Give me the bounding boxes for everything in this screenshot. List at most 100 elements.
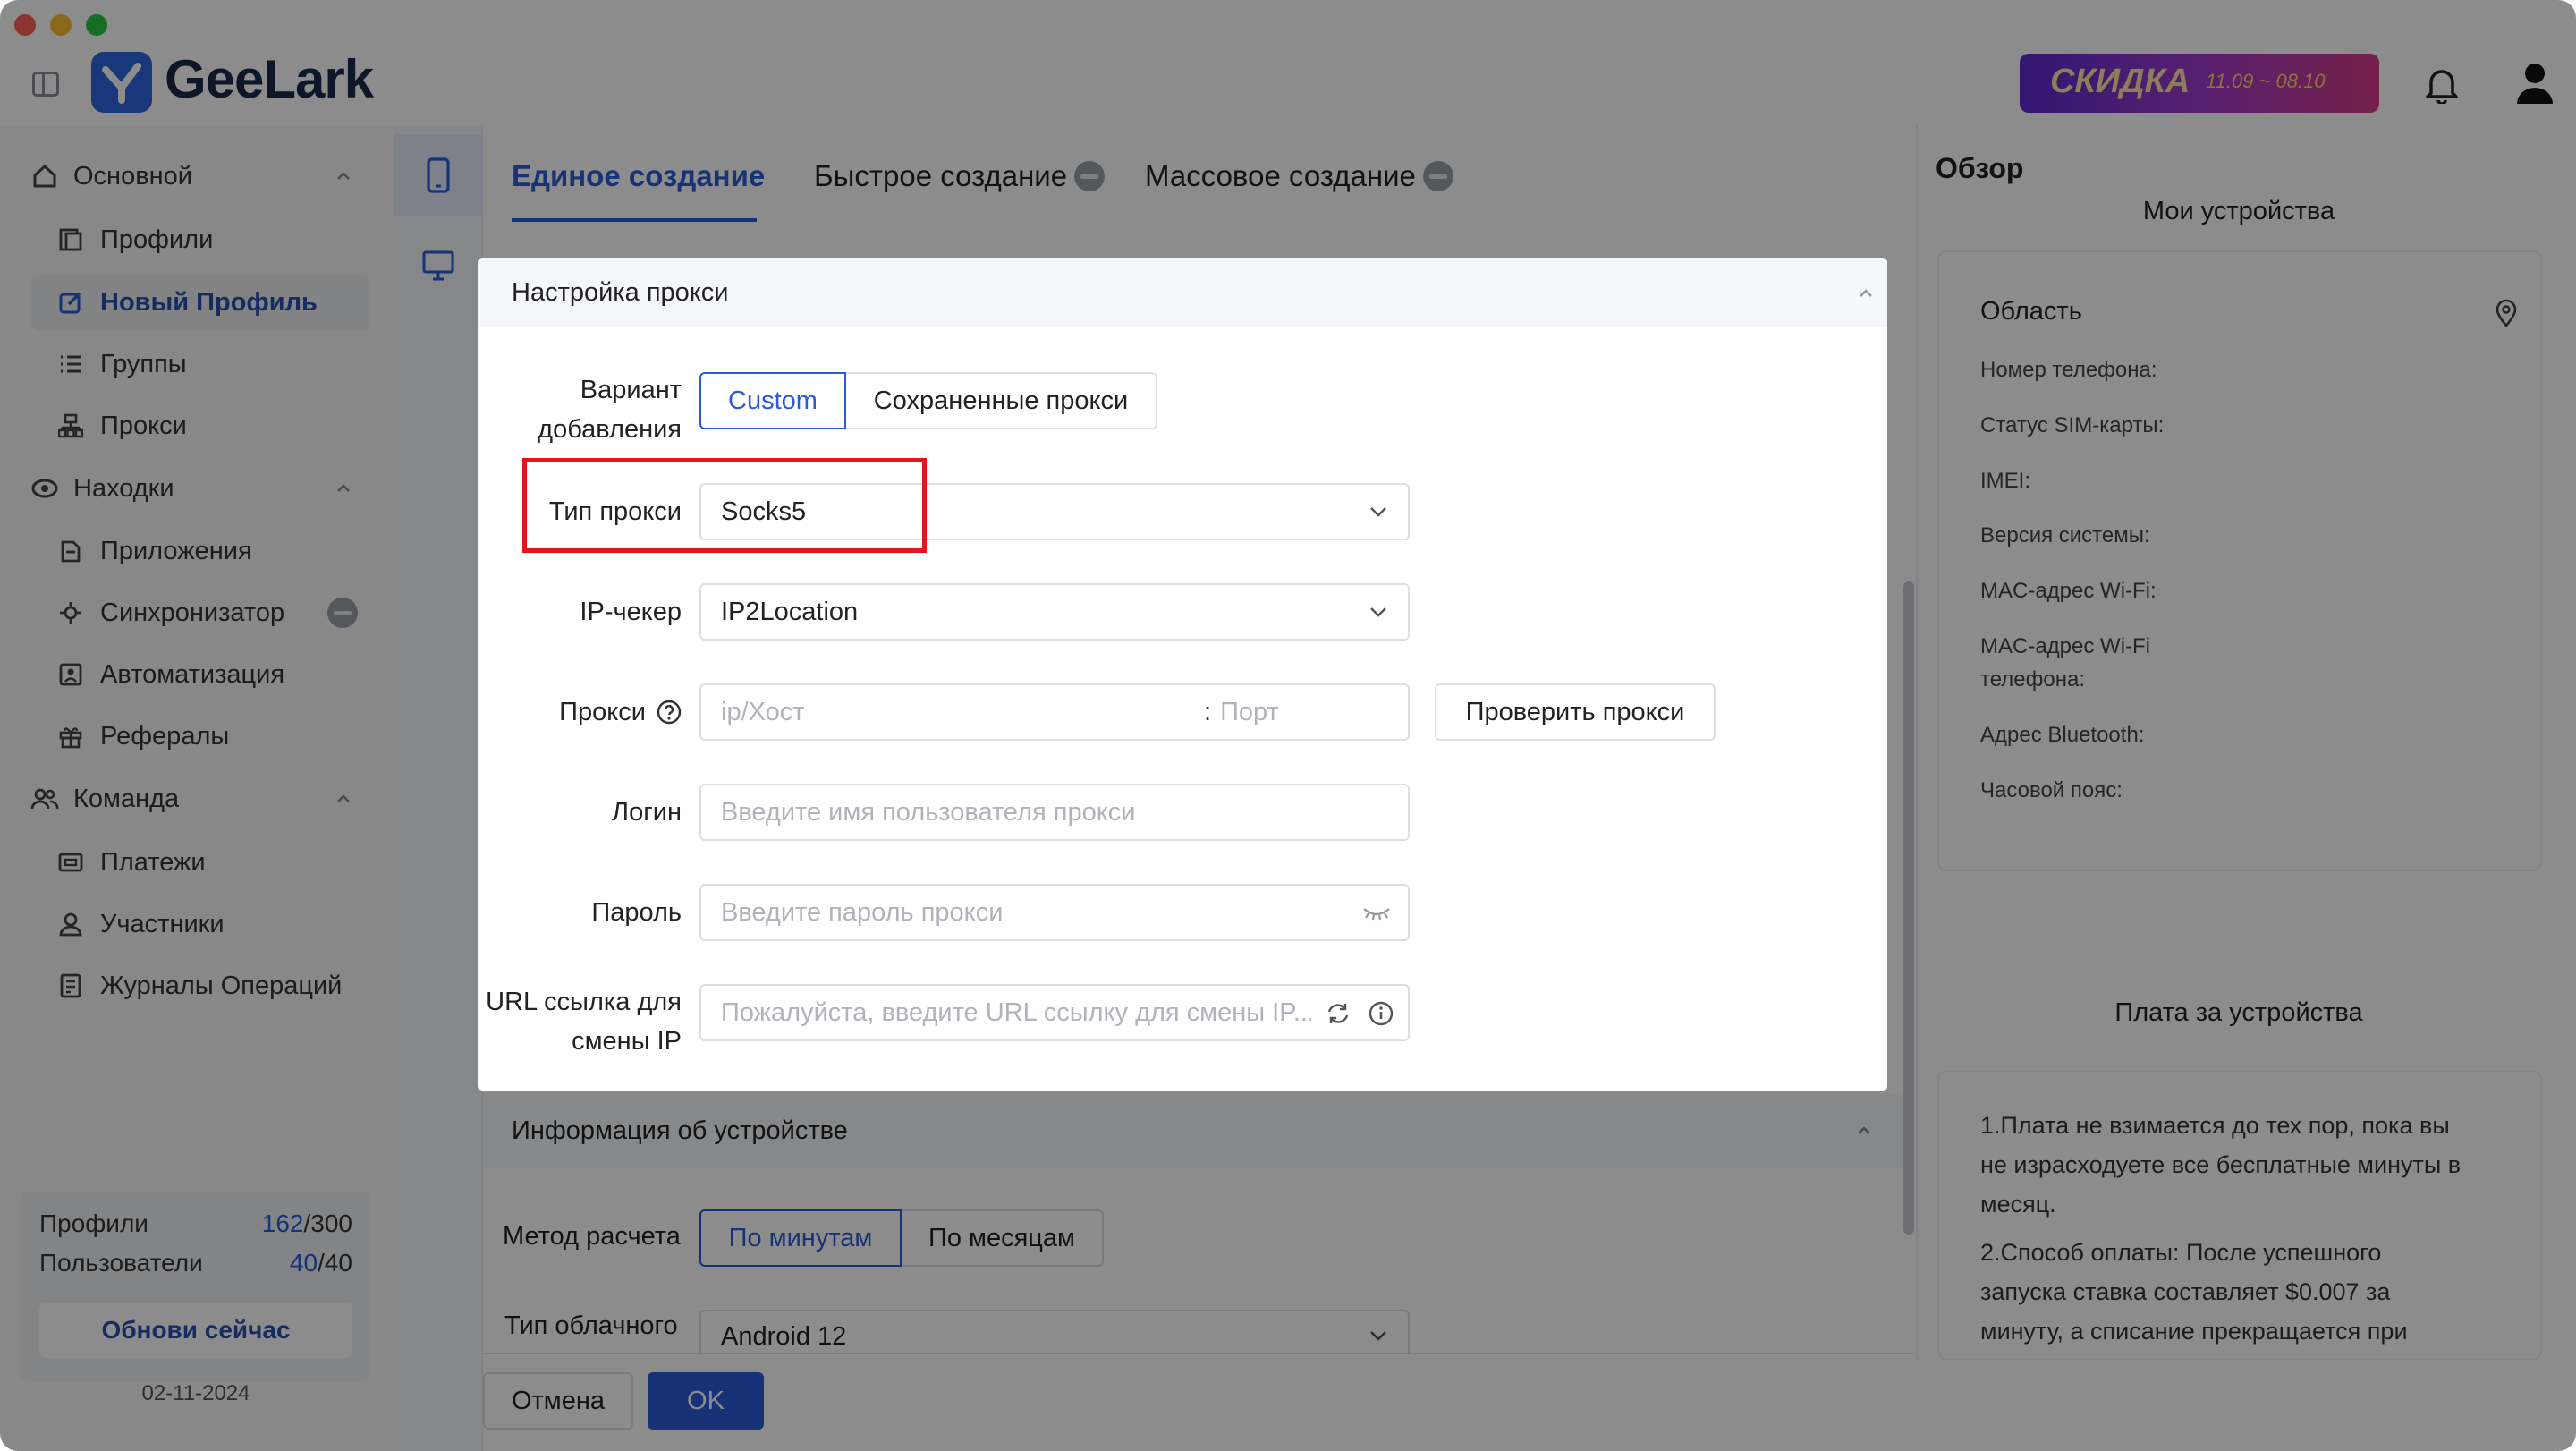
device-fee-title: Плата за устройства xyxy=(2114,998,2363,1027)
ip-change-url-input[interactable]: Пожалуйста, введите URL ссылку для смены… xyxy=(699,984,1410,1041)
refresh-icon[interactable] xyxy=(1326,1001,1351,1026)
beta-badge-icon xyxy=(327,598,358,628)
sidebar-item-automation[interactable]: Автоматизация xyxy=(0,648,394,701)
nav-section-discoveries[interactable]: Находки xyxy=(0,462,394,515)
check-proxy-button[interactable]: Проверить прокси xyxy=(1435,683,1716,741)
add-variant-label-line1: Вариант xyxy=(580,376,682,404)
maximize-window-button[interactable] xyxy=(86,14,107,36)
sidebar-item-referrals[interactable]: Рефералы xyxy=(0,709,394,763)
sidebar-item-profiles[interactable]: Профили xyxy=(0,213,394,267)
proxy-address-field[interactable]: ip/Хост : Порт xyxy=(699,683,1410,741)
billing-method-label: Метод расчета xyxy=(503,1222,681,1251)
location-pin-icon[interactable] xyxy=(2494,299,2519,327)
info-icon[interactable] xyxy=(1368,1001,1394,1026)
bluetooth-address-label: Адрес Bluetooth: xyxy=(1980,723,2145,747)
bell-icon[interactable] xyxy=(2424,64,2460,106)
device-fee-card: 1.Плата не взимается до тех пор, пока вы… xyxy=(1937,1070,2542,1360)
sidebar-item-label: Платежи xyxy=(100,847,206,877)
sidebar-item-label: Новый Профиль xyxy=(100,287,318,317)
phone-device-icon[interactable] xyxy=(394,134,483,216)
custom-option-button[interactable]: Custom xyxy=(699,372,846,429)
phone-wifi-mac-label-line1: MAC-адрес Wi-Fi xyxy=(1980,634,2151,658)
cancel-button[interactable]: Отмена xyxy=(483,1372,633,1430)
device-info-title: Информация об устройстве xyxy=(512,1116,848,1145)
minimize-window-button[interactable] xyxy=(50,14,72,36)
phone-number-label: Номер телефона: xyxy=(1980,358,2157,382)
sidebar-item-groups[interactable]: Группы xyxy=(0,337,394,391)
password-placeholder: Введите пароль прокси xyxy=(721,897,1004,927)
fee-text-line: не израсходуете все бесплатные минуты в xyxy=(1980,1151,2462,1178)
ip-change-url-label-line1: URL ссылка для xyxy=(486,988,682,1016)
ip-checker-value: IP2Location xyxy=(721,597,859,626)
sidebar-item-label: Профили xyxy=(100,225,214,254)
proxy-icon xyxy=(57,412,84,439)
port-input[interactable]: Порт xyxy=(1220,698,1279,727)
ip-change-url-label-line2: смены IP xyxy=(572,1027,682,1056)
ip-checker-select[interactable]: IP2Location xyxy=(699,583,1410,641)
login-input[interactable]: Введите имя пользователя прокси xyxy=(699,784,1410,841)
sidebar-item-proxy[interactable]: Прокси xyxy=(0,399,394,453)
user-avatar-icon[interactable] xyxy=(2513,61,2556,106)
proxy-dialog-title: Настройка прокси xyxy=(512,277,729,307)
host-input[interactable]: ip/Хост xyxy=(721,698,1204,727)
saved-proxies-option-button[interactable]: Сохраненные прокси xyxy=(846,372,1157,429)
profiles-icon xyxy=(57,226,84,253)
ip-change-url-placeholder: Пожалуйста, введите URL ссылку для смены… xyxy=(721,997,1311,1027)
chevron-down-icon xyxy=(1370,1331,1386,1341)
overview-panel: Обзор Мои устройства Область Номер телеф… xyxy=(1919,125,2576,1360)
sidebar-item-operation-logs[interactable]: Журналы Операций xyxy=(0,959,394,1013)
tab-bulk-create[interactable]: Массовое создание xyxy=(1145,159,1453,193)
tab-label: Быстрое создание xyxy=(814,159,1068,192)
proxy-dialog-header[interactable]: Настройка прокси xyxy=(478,258,1887,327)
home-icon xyxy=(30,162,59,191)
phone-wifi-mac-label-line2: телефона: xyxy=(1980,667,2085,692)
nav-section-team[interactable]: Команда xyxy=(0,772,394,826)
desktop-device-icon[interactable] xyxy=(422,250,454,281)
billing-per-month-button[interactable]: По месяцам xyxy=(902,1209,1104,1267)
password-input[interactable]: Введите пароль прокси xyxy=(699,884,1410,941)
password-label: Пароль xyxy=(591,898,682,927)
timezone-label: Часовой пояс: xyxy=(1980,778,2123,802)
sidebar-item-synchronizer[interactable]: Синхронизатор xyxy=(0,586,394,640)
sidebar-item-apps[interactable]: Приложения xyxy=(0,524,394,578)
edit-icon xyxy=(57,289,84,316)
sidebar-item-label: Синхронизатор xyxy=(100,598,285,627)
sidebar-item-label: Журналы Операций xyxy=(100,971,343,1000)
sidebar-item-members[interactable]: Участники xyxy=(0,897,394,951)
promo-banner[interactable]: СКИДКА 11.09 ~ 08.10 xyxy=(2020,54,2379,113)
users-stat-label: Пользователи xyxy=(39,1249,203,1277)
fee-text-line: минуту, а списание прекращается при xyxy=(1980,1318,2408,1345)
tab-quick-create[interactable]: Быстрое создание xyxy=(814,159,1106,193)
scrollbar-track[interactable] xyxy=(1903,581,1914,1235)
member-icon xyxy=(57,911,84,938)
eye-closed-icon[interactable] xyxy=(1361,904,1392,923)
apps-icon xyxy=(57,538,84,564)
system-version-label: Версия системы: xyxy=(1980,523,2150,547)
sidebar-item-label: Приложения xyxy=(100,536,252,565)
device-details-card: Область Номер телефона: Статус SIM-карты… xyxy=(1937,250,2542,871)
port-separator: : xyxy=(1204,697,1212,726)
proxy-label: Прокси xyxy=(478,692,682,732)
sidebar-item-new-profile[interactable]: Новый Профиль xyxy=(0,276,394,329)
sidebar-toggle-icon[interactable] xyxy=(32,72,59,97)
proxy-settings-dialog: Настройка прокси Вариант добавления Cust… xyxy=(478,258,1887,1091)
cloud-type-select[interactable]: Android 12 xyxy=(699,1310,1410,1354)
app-name: GeeLark xyxy=(165,49,374,109)
help-circle-icon[interactable] xyxy=(657,700,682,725)
sidebar-item-payments[interactable]: Платежи xyxy=(0,836,394,889)
cloud-type-value: Android 12 xyxy=(721,1322,847,1351)
device-info-header[interactable]: Информация об устройстве xyxy=(483,1093,1914,1168)
close-window-button[interactable] xyxy=(14,14,36,36)
fee-text-line: 2.Способ оплаты: После успешного xyxy=(1980,1239,2382,1266)
ok-button[interactable]: OK xyxy=(648,1372,764,1430)
upgrade-button[interactable]: Обнови сейчас xyxy=(39,1303,352,1358)
tab-single-create[interactable]: Единое создание xyxy=(512,159,765,193)
promo-text: СКИДКА xyxy=(2050,63,2190,100)
nav-section-main[interactable]: Основной xyxy=(0,149,394,203)
billing-per-minute-button[interactable]: По минутам xyxy=(699,1209,902,1267)
sidebar-item-label: Прокси xyxy=(100,411,187,440)
sidebar-item-label: Группы xyxy=(100,349,187,378)
login-label: Логин xyxy=(612,798,682,827)
sidebar-item-label: Участники xyxy=(100,909,225,938)
chevron-up-icon xyxy=(337,794,350,802)
